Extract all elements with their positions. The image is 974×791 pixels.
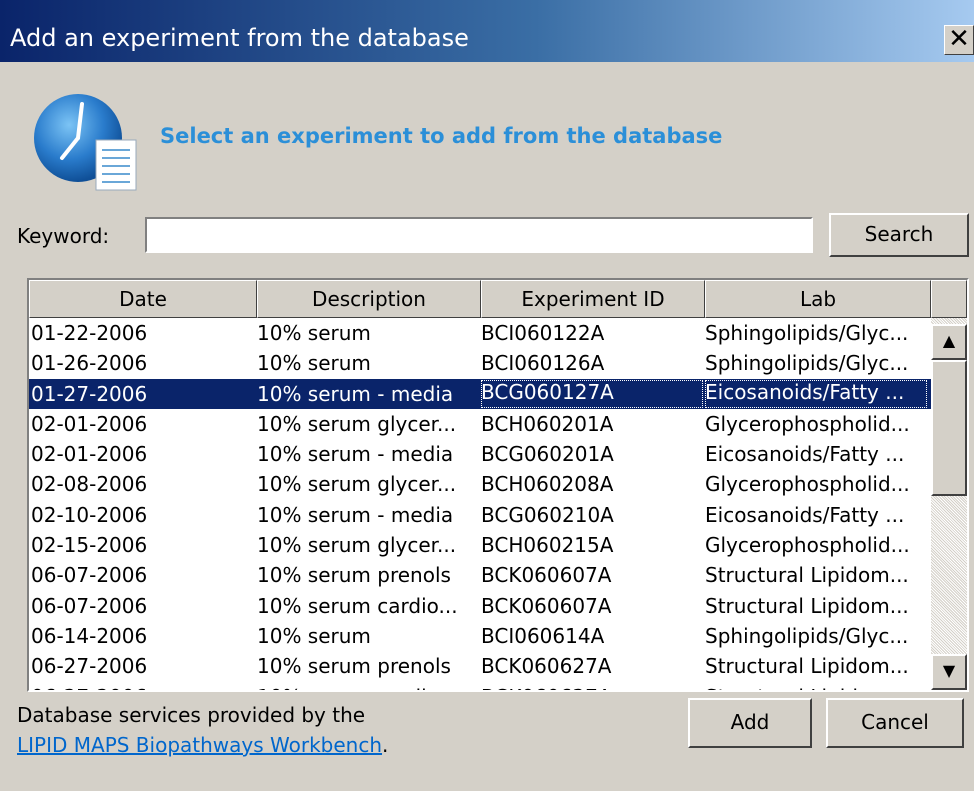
cell-lab: Eicosanoids/Fatty ...	[705, 379, 927, 408]
cell-date: 01-27-2006	[31, 381, 148, 406]
title-bar[interactable]: Add an experiment from the database ✕	[0, 0, 974, 62]
cell-description: 10% serum - media	[257, 381, 454, 406]
cell-description: 10% serum cardio...	[257, 685, 479, 690]
cell-lab: Glycerophospholid...	[705, 533, 910, 558]
cell-description: 10% serum	[257, 623, 371, 648]
cell-description: 10% serum glycer...	[257, 533, 457, 558]
cell-date: 02-15-2006	[31, 533, 148, 558]
close-button[interactable]: ✕	[944, 25, 974, 55]
cell-date: 02-10-2006	[31, 502, 148, 527]
cell-lab: Sphingolipids/Glyc...	[705, 623, 909, 648]
cell-experiment-id: BCH060201A	[481, 411, 614, 436]
cell-description: 10% serum - media	[257, 502, 454, 527]
experiment-table: Date Description Experiment ID Lab 01-22…	[27, 278, 969, 692]
cell-description: 10% serum glycer...	[257, 411, 457, 436]
table-row[interactable]: 02-15-2006 10% serum glycer... BCH060215A G…	[29, 530, 931, 560]
cell-lab: Structural Lipidom...	[705, 563, 909, 588]
cell-experiment-id: BCK060627A	[481, 685, 703, 690]
cell-date: 06-07-2006	[31, 593, 148, 618]
search-button[interactable]: Search	[829, 213, 969, 257]
cell-date: 06-27-2006	[31, 685, 253, 690]
cell-experiment-id: BCH060208A	[481, 472, 614, 497]
column-header-lab[interactable]: Lab	[705, 280, 931, 318]
footer-suffix: .	[382, 733, 389, 757]
table-row[interactable]: 02-10-2006 10% serum - media BCG060210A Eic…	[29, 500, 931, 530]
column-header-description[interactable]: Description	[257, 280, 481, 318]
scroll-down-button[interactable]: ▼	[931, 654, 967, 690]
table-row[interactable]: 06-27-2006 10% serum prenols BCK060627A Str…	[29, 651, 931, 681]
cell-description: 10% serum	[257, 351, 371, 376]
cell-experiment-id: BCI060614A	[481, 623, 605, 648]
column-header-date[interactable]: Date	[29, 280, 257, 318]
workbench-link[interactable]: LIPID MAPS Biopathways Workbench	[17, 733, 382, 757]
table-row[interactable]: 02-01-2006 10% serum glycer... BCH060201A G…	[29, 409, 931, 439]
footer-credit: Database services provided by the LIPID …	[17, 700, 388, 760]
cell-lab: Glycerophospholid...	[705, 411, 910, 436]
add-button[interactable]: Add	[688, 698, 812, 748]
cell-lab: Eicosanoids/Fatty ...	[705, 442, 905, 467]
cell-description: 10% serum	[257, 321, 371, 345]
cell-lab: Glycerophospholid...	[705, 472, 910, 497]
cell-date: 02-01-2006	[31, 411, 148, 436]
window-title: Add an experiment from the database	[10, 24, 469, 52]
cell-experiment-id: BCG060210A	[481, 502, 614, 527]
scroll-thumb[interactable]	[931, 360, 967, 496]
clock-document-icon	[34, 94, 137, 191]
cell-experiment-id: BCG060201A	[481, 442, 614, 467]
vertical-scrollbar[interactable]: ▲ ▼	[931, 318, 967, 690]
cell-experiment-id: BCK060607A	[481, 593, 612, 618]
cell-date: 01-22-2006	[31, 321, 148, 345]
cell-description: 10% serum - media	[257, 442, 454, 467]
cell-lab: Sphingolipids/Glyc...	[705, 321, 909, 345]
dialog-heading: Select an experiment to add from the dat…	[160, 124, 723, 148]
cell-experiment-id: BCI060122A	[481, 321, 605, 345]
cell-date: 06-27-2006	[31, 654, 148, 679]
cell-lab: Structural Lipidom...	[705, 654, 909, 679]
cell-description: 10% serum cardio...	[257, 593, 458, 618]
cell-lab: Structural Lipidom...	[705, 593, 909, 618]
table-row[interactable]: 02-08-2006 10% serum glycer... BCH060208A G…	[29, 469, 931, 499]
cell-experiment-id: BCK060607A	[481, 563, 612, 588]
footer-text: Database services provided by the	[17, 703, 366, 727]
cell-description: 10% serum prenols	[257, 563, 451, 588]
cell-date: 06-07-2006	[31, 563, 148, 588]
cell-description: 10% serum glycer...	[257, 472, 457, 497]
table-row[interactable]: 06-14-2006 10% serum BCI060614A Sphingolipi…	[29, 621, 931, 651]
cell-lab: Eicosanoids/Fatty ...	[705, 502, 905, 527]
cell-date: 02-01-2006	[31, 442, 148, 467]
cell-date: 06-14-2006	[31, 623, 148, 648]
cell-date: 01-26-2006	[31, 351, 148, 376]
table-row[interactable]: 06-07-2006 10% serum prenols BCK060607A Str…	[29, 560, 931, 590]
table-row[interactable]: 01-27-2006 10% serum - media BCG060127A Eic…	[29, 378, 931, 409]
table-row[interactable]: 06-27-2006 10% serum cardio...BCK060627AS…	[29, 682, 931, 690]
table-row[interactable]: 02-01-2006 10% serum - media BCG060201A Eic…	[29, 439, 931, 469]
table-row[interactable]: 01-22-2006 10% serum BCI060122A Sphingolipi…	[29, 318, 931, 348]
cell-experiment-id: BCI060126A	[481, 351, 605, 376]
cancel-button[interactable]: Cancel	[826, 698, 964, 748]
keyword-label: Keyword:	[17, 224, 110, 248]
table-row[interactable]: 06-07-2006 10% serum cardio... BCK060607A S…	[29, 591, 931, 621]
column-header-spacer	[931, 280, 967, 318]
cell-experiment-id: BCK060627A	[481, 654, 612, 679]
cell-description: 10% serum prenols	[257, 654, 451, 679]
keyword-input[interactable]	[145, 217, 813, 253]
dialog-window: Add an experiment from the database ✕ Se…	[0, 0, 974, 791]
cell-experiment-id: BCG060127A	[481, 379, 703, 408]
cell-lab: Sphingolipids/Glyc...	[705, 351, 909, 376]
close-icon: ✕	[948, 24, 970, 54]
cell-date: 02-08-2006	[31, 472, 148, 497]
scroll-up-button[interactable]: ▲	[931, 324, 967, 360]
table-body: 01-22-2006 10% serum BCI060122A Sphingolipi…	[29, 318, 931, 690]
cell-lab: Structural Lipidom...	[705, 685, 927, 690]
table-row[interactable]: 01-26-2006 10% serum BCI060126A Sphingolipi…	[29, 348, 931, 378]
cell-experiment-id: BCH060215A	[481, 533, 614, 558]
column-header-experiment-id[interactable]: Experiment ID	[481, 280, 705, 318]
